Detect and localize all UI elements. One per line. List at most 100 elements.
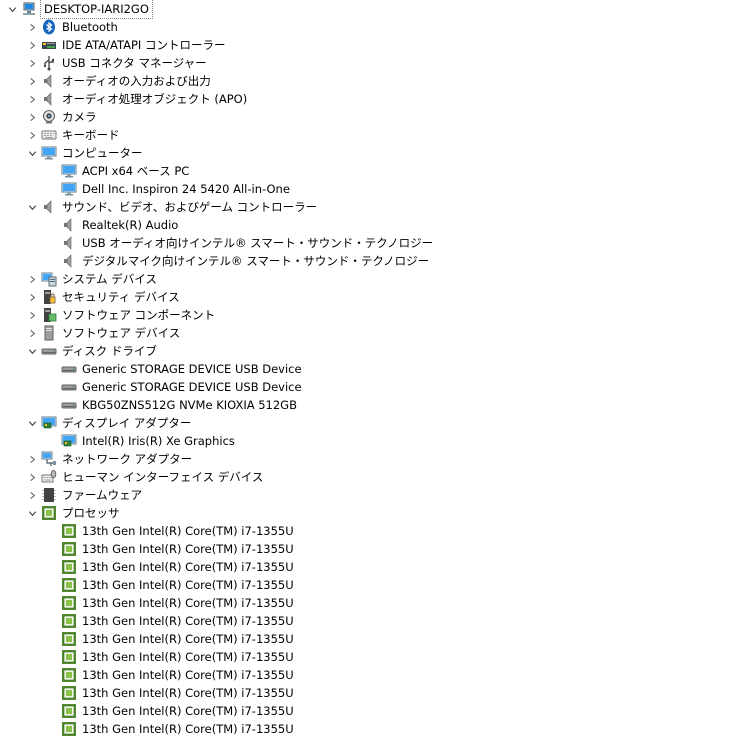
tree-category[interactable]: プロセッサ: [0, 504, 121, 522]
chevron-right-icon[interactable]: [26, 288, 38, 306]
tree-device[interactable]: デジタルマイク向けインテル® スマート・サウンド・テクノロジー: [0, 252, 430, 270]
tree-item-label: USB オーディオ向けインテル® スマート・サウンド・テクノロジー: [82, 236, 434, 250]
tree-item-label: IDE ATA/ATAPI コントローラー: [62, 38, 226, 52]
tree-item-label: Dell Inc. Inspiron 24 5420 All-in-One: [82, 182, 290, 196]
display-adapter-icon: [61, 433, 77, 449]
tree-device[interactable]: 13th Gen Intel(R) Core(TM) i7-1355U: [0, 666, 295, 684]
tree-category[interactable]: ソフトウェア デバイス: [0, 324, 181, 342]
tree-item-label: ACPI x64 ベース PC: [82, 164, 190, 178]
tree-category[interactable]: コンピューター: [0, 144, 144, 162]
disk-drive-icon: [61, 361, 77, 377]
tree-category[interactable]: ディスク ドライブ: [0, 342, 158, 360]
tree-category[interactable]: ファームウェア: [0, 486, 143, 504]
chevron-down-icon[interactable]: [26, 414, 38, 432]
tree-device[interactable]: 13th Gen Intel(R) Core(TM) i7-1355U: [0, 612, 295, 630]
tree-device[interactable]: 13th Gen Intel(R) Core(TM) i7-1355U: [0, 594, 295, 612]
tree-device[interactable]: KBG50ZNS512G NVMe KIOXIA 512GB: [0, 396, 298, 414]
chevron-down-icon[interactable]: [6, 0, 18, 18]
tree-device[interactable]: Generic STORAGE DEVICE USB Device: [0, 378, 303, 396]
tree-category[interactable]: システム デバイス: [0, 270, 158, 288]
tree-device[interactable]: Dell Inc. Inspiron 24 5420 All-in-One: [0, 180, 291, 198]
tree-category[interactable]: ネットワーク アダプター: [0, 450, 193, 468]
camera-icon: [41, 109, 57, 125]
speaker-icon: [41, 91, 57, 107]
disk-drive-icon: [41, 343, 57, 359]
processor-icon: [61, 613, 77, 629]
tree-category[interactable]: キーボード: [0, 126, 121, 144]
chevron-right-icon[interactable]: [26, 126, 38, 144]
tree-item-label: 13th Gen Intel(R) Core(TM) i7-1355U: [82, 560, 294, 574]
tree-category[interactable]: Bluetooth: [0, 18, 119, 36]
tree-item-label: 13th Gen Intel(R) Core(TM) i7-1355U: [82, 578, 294, 592]
processor-icon: [61, 577, 77, 593]
ide-controller-icon: [41, 37, 57, 53]
tree-root[interactable]: DESKTOP-IARI2GO: [0, 0, 153, 19]
tree-device[interactable]: 13th Gen Intel(R) Core(TM) i7-1355U: [0, 558, 295, 576]
chevron-right-icon[interactable]: [26, 486, 38, 504]
tree-device[interactable]: 13th Gen Intel(R) Core(TM) i7-1355U: [0, 522, 295, 540]
tree-device[interactable]: Realtek(R) Audio: [0, 216, 179, 234]
tree-device[interactable]: 13th Gen Intel(R) Core(TM) i7-1355U: [0, 684, 295, 702]
chevron-right-icon[interactable]: [26, 468, 38, 486]
tree-category[interactable]: ヒューマン インターフェイス デバイス: [0, 468, 264, 486]
monitor-icon: [41, 145, 57, 161]
chevron-right-icon[interactable]: [26, 450, 38, 468]
hid-icon: [41, 469, 57, 485]
tree-device[interactable]: 13th Gen Intel(R) Core(TM) i7-1355U: [0, 576, 295, 594]
tree-category[interactable]: オーディオの入力および出力: [0, 72, 212, 90]
tree-device[interactable]: 13th Gen Intel(R) Core(TM) i7-1355U: [0, 648, 295, 666]
tree-item-label: ヒューマン インターフェイス デバイス: [62, 470, 264, 484]
chevron-right-icon[interactable]: [26, 18, 38, 36]
tree-device[interactable]: Generic STORAGE DEVICE USB Device: [0, 360, 303, 378]
chevron-right-icon[interactable]: [26, 90, 38, 108]
tree-device[interactable]: Intel(R) Iris(R) Xe Graphics: [0, 432, 236, 450]
tree-category[interactable]: カメラ: [0, 108, 98, 126]
tree-device[interactable]: ACPI x64 ベース PC: [0, 162, 190, 180]
tree-item-label: プロセッサ: [62, 506, 120, 520]
chevron-down-icon[interactable]: [26, 504, 38, 522]
chevron-right-icon[interactable]: [26, 306, 38, 324]
tree-category[interactable]: ディスプレイ アダプター: [0, 414, 192, 432]
tree-category[interactable]: サウンド、ビデオ、およびゲーム コントローラー: [0, 198, 318, 216]
speaker-icon: [61, 253, 77, 269]
processor-icon: [61, 667, 77, 683]
usb-icon: [41, 55, 57, 71]
tree-category[interactable]: セキュリティ デバイス: [0, 288, 181, 306]
tree-item-label: 13th Gen Intel(R) Core(TM) i7-1355U: [82, 668, 294, 682]
tree-device[interactable]: 13th Gen Intel(R) Core(TM) i7-1355U: [0, 540, 295, 558]
chevron-down-icon[interactable]: [26, 342, 38, 360]
tree-category[interactable]: IDE ATA/ATAPI コントローラー: [0, 36, 226, 54]
chevron-down-icon[interactable]: [26, 144, 38, 162]
processor-icon: [61, 721, 77, 737]
tree-category[interactable]: ソフトウェア コンポーネント: [0, 306, 216, 324]
chevron-right-icon[interactable]: [26, 36, 38, 54]
monitor-icon: [61, 181, 77, 197]
tree-device[interactable]: 13th Gen Intel(R) Core(TM) i7-1355U: [0, 630, 295, 648]
chevron-right-icon[interactable]: [26, 108, 38, 126]
tree-device[interactable]: USB オーディオ向けインテル® スマート・サウンド・テクノロジー: [0, 234, 434, 252]
tree-category[interactable]: USB コネクタ マネージャー: [0, 54, 208, 72]
chevron-right-icon[interactable]: [26, 270, 38, 288]
chevron-right-icon[interactable]: [26, 54, 38, 72]
tree-category[interactable]: オーディオ処理オブジェクト (APO): [0, 90, 248, 108]
tree-device[interactable]: 13th Gen Intel(R) Core(TM) i7-1355U: [0, 720, 295, 738]
chevron-right-icon[interactable]: [26, 324, 38, 342]
tree-device[interactable]: 13th Gen Intel(R) Core(TM) i7-1355U: [0, 702, 295, 720]
chevron-right-icon[interactable]: [26, 72, 38, 90]
chevron-down-icon[interactable]: [26, 198, 38, 216]
security-device-icon: [41, 289, 57, 305]
tree-item-label: コンピューター: [62, 146, 143, 160]
